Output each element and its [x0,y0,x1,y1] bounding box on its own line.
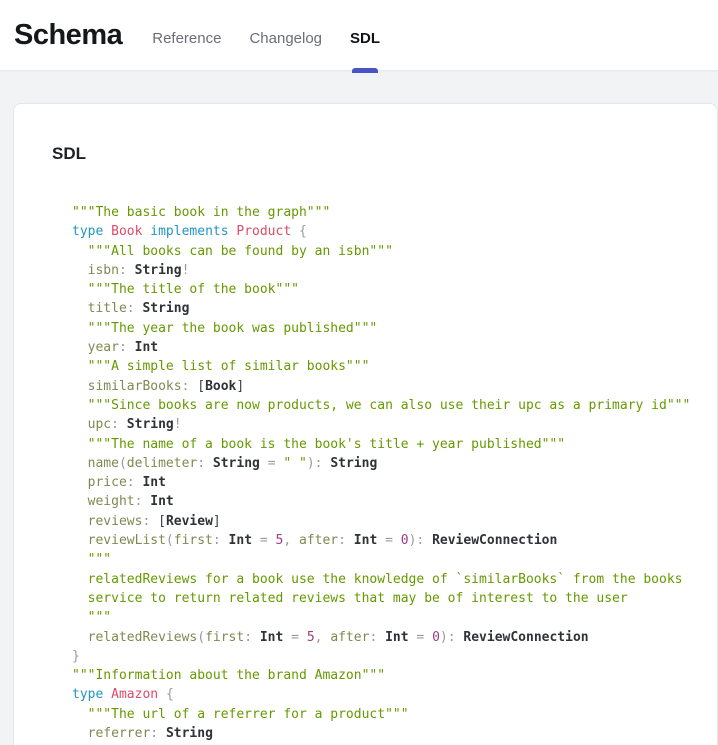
code-line: relatedReviews(first: Int = 5, after: In… [72,628,693,647]
code-line: """ [72,608,693,627]
active-tab-indicator [352,68,378,73]
code-line: isbn: String! [72,261,693,280]
code-line: """ [72,550,693,569]
tab-reference[interactable]: Reference [152,3,221,73]
sdl-code-block[interactable]: """The basic book in the graph"""type Bo… [72,203,693,745]
code-line: } [72,647,693,666]
schema-page: { "header": { "title": "Schema", "tabs":… [0,0,718,745]
code-line: """The name of a book is the book's titl… [72,435,693,454]
code-line: referrer: String [72,724,693,743]
tab-sdl[interactable]: SDL [350,3,380,73]
code-line: reviews: [Review] [72,512,693,531]
code-line: title: String [72,299,693,318]
page-title: Schema [14,19,122,52]
code-line: """All books can be found by an isbn""" [72,242,693,261]
tab-changelog[interactable]: Changelog [249,3,322,73]
code-line: """The url of a referrer for a product""… [72,705,693,724]
code-line: type Amazon { [72,685,693,704]
code-line: name(delimeter: String = " "): String [72,454,693,473]
code-line: """The basic book in the graph""" [72,203,693,222]
code-line: """A simple list of similar books""" [72,357,693,376]
code-line: price: Int [72,473,693,492]
code-line: """Information about the brand Amazon""" [72,666,693,685]
tab-sdl-label: SDL [350,30,380,47]
code-line: year: Int [72,338,693,357]
page-header: Schema Reference Changelog SDL [0,0,718,70]
code-line: reviewList(first: Int = 5, after: Int = … [72,531,693,550]
content-area: SDL """The basic book in the graph"""typ… [0,70,718,745]
sdl-card: SDL """The basic book in the graph"""typ… [13,103,718,745]
code-line: """The year the book was published""" [72,319,693,338]
code-line: similarBooks: [Book] [72,377,693,396]
tab-bar: Reference Changelog SDL [152,3,408,73]
code-line: type Book implements Product { [72,222,693,241]
code-line: service to return related reviews that m… [72,589,693,608]
sdl-heading: SDL [52,144,693,164]
code-line: upc: String! [72,415,693,434]
code-line: relatedReviews for a book use the knowle… [72,570,693,589]
code-line: """The title of the book""" [72,280,693,299]
code-line: """Since books are now products, we can … [72,396,693,415]
code-line: weight: Int [72,492,693,511]
